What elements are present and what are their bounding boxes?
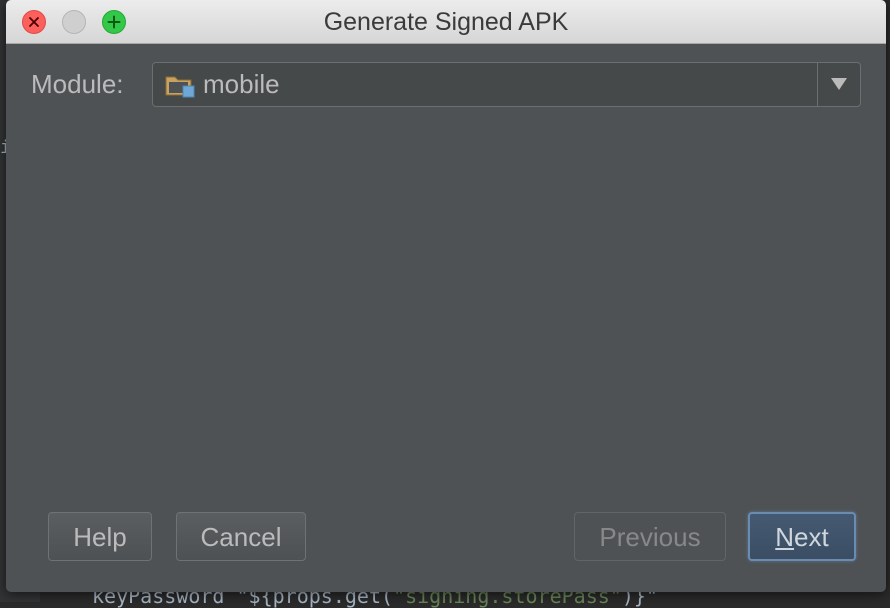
next-mnemonic: N [775, 522, 795, 552]
module-value: mobile [203, 69, 280, 99]
previous-button[interactable]: Previous [574, 512, 726, 561]
cancel-button[interactable]: Cancel [176, 512, 306, 561]
window-title: Generate Signed APK [323, 8, 569, 36]
dropdown-divider [817, 63, 818, 106]
folder-module-icon [165, 76, 195, 98]
next-button[interactable]: Next [748, 512, 856, 561]
help-button[interactable]: Help [48, 512, 152, 561]
dropdown-arrow-icon[interactable] [830, 77, 848, 91]
next-label: ext [794, 522, 829, 552]
generate-signed-apk-dialog: Generate Signed APK Module: mobile Help … [6, 0, 886, 592]
title-bar: Generate Signed APK [6, 0, 886, 44]
module-label: Module: [31, 69, 124, 99]
module-dropdown[interactable]: mobile [152, 62, 861, 107]
